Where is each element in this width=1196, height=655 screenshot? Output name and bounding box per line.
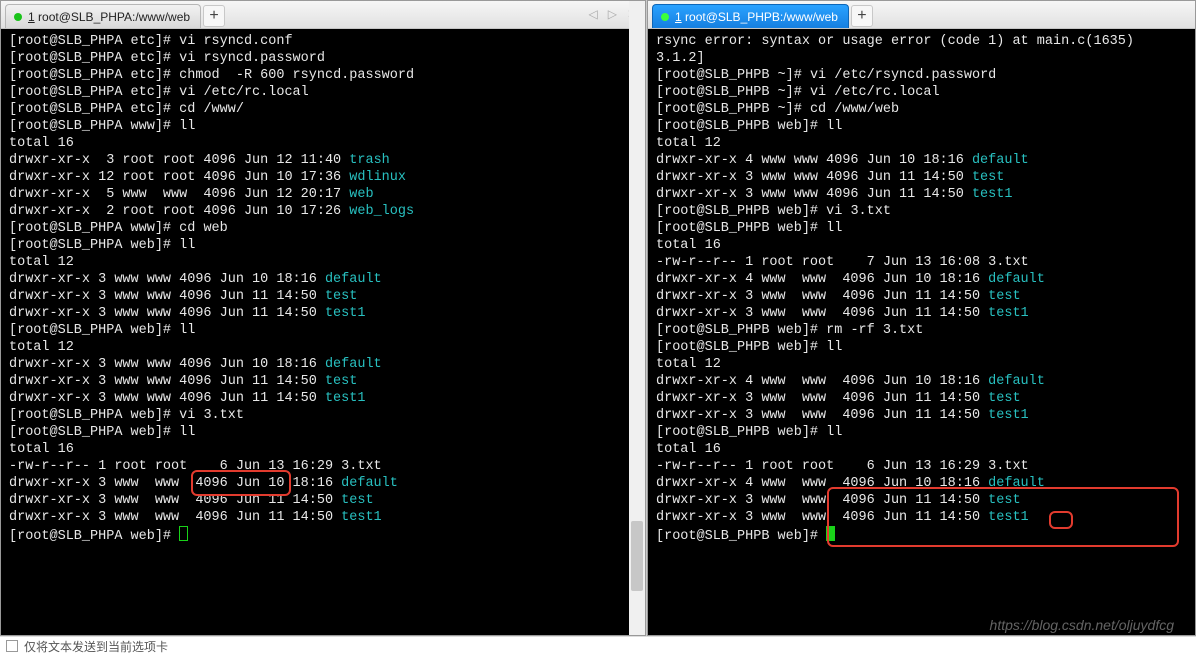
- terminal-line: drwxr-xr-x 3 www www 4096 Jun 10 18:16 d…: [9, 356, 639, 373]
- terminal-line: total 12: [656, 135, 1189, 152]
- terminal-line: drwxr-xr-x 2 root root 4096 Jun 10 17:26…: [9, 203, 639, 220]
- status-text: 仅将文本发送到当前选项卡: [24, 638, 168, 655]
- chevron-right-icon[interactable]: ▷: [608, 7, 617, 21]
- terminal-line: [root@SLB_PHPB ~]# vi /etc/rsyncd.passwo…: [656, 67, 1189, 84]
- terminal-line: [root@SLB_PHPB web]# ll: [656, 118, 1189, 135]
- terminal-line: drwxr-xr-x 3 root root 4096 Jun 12 11:40…: [9, 152, 639, 169]
- terminal-pane-b: 1 root@SLB_PHPB:/www/web + rsync error: …: [647, 0, 1196, 636]
- terminal-line: [root@SLB_PHPB web]# rm -rf 3.txt: [656, 322, 1189, 339]
- terminal-line: [root@SLB_PHPB ~]# vi /etc/rc.local: [656, 84, 1189, 101]
- terminal-line: total 12: [656, 356, 1189, 373]
- terminal-line: [root@SLB_PHPB web]# ll: [656, 220, 1189, 237]
- terminal-line: drwxr-xr-x 3 www www 4096 Jun 11 14:50 t…: [656, 186, 1189, 203]
- terminal-line: drwxr-xr-x 3 www www 4096 Jun 11 14:50 t…: [9, 390, 639, 407]
- terminal-line: [root@SLB_PHPA etc]# vi rsyncd.conf: [9, 33, 639, 50]
- terminal-line: drwxr-xr-x 3 www www 4096 Jun 11 14:50 t…: [9, 373, 639, 390]
- tabbar-left: 1 root@SLB_PHPA:/www/web + ◁ ▷ ✕: [1, 1, 645, 29]
- terminal-line: [root@SLB_PHPA www]# ll: [9, 118, 639, 135]
- terminal-line: 3.1.2]: [656, 50, 1189, 67]
- terminal-line: total 12: [9, 339, 639, 356]
- terminal-line: [root@SLB_PHPB web]# ll: [656, 424, 1189, 441]
- terminal-pane-a: 1 root@SLB_PHPA:/www/web + ◁ ▷ ✕ [root@S…: [0, 0, 646, 636]
- terminal-line: [root@SLB_PHPA etc]# chmod -R 600 rsyncd…: [9, 67, 639, 84]
- terminal-line: drwxr-xr-x 3 www www 4096 Jun 11 14:50 t…: [656, 492, 1189, 509]
- terminal-line: total 16: [9, 135, 639, 152]
- terminal-line: drwxr-xr-x 3 www www 4096 Jun 11 14:50 t…: [9, 509, 639, 526]
- tab-title: 1 root@SLB_PHPA:/www/web: [28, 10, 190, 24]
- statusbar: 仅将文本发送到当前选项卡: [0, 636, 1196, 655]
- terminal-line: [root@SLB_PHPB web]#: [656, 526, 1189, 545]
- terminal-line: total 12: [9, 254, 639, 271]
- terminal-line: [root@SLB_PHPA etc]# cd /www/: [9, 101, 639, 118]
- terminal-line: [root@SLB_PHPA etc]# vi rsyncd.password: [9, 50, 639, 67]
- terminal-line: drwxr-xr-x 3 www www 4096 Jun 11 14:50 t…: [656, 390, 1189, 407]
- tabbar-right: 1 root@SLB_PHPB:/www/web +: [648, 1, 1195, 29]
- chevron-left-icon[interactable]: ◁: [588, 7, 597, 21]
- tab-title: 1 root@SLB_PHPB:/www/web: [675, 10, 838, 24]
- terminal-line: drwxr-xr-x 3 www www 4096 Jun 11 14:50 t…: [656, 305, 1189, 322]
- scrollbar-left[interactable]: [629, 1, 645, 635]
- status-dot-icon: [661, 13, 669, 21]
- terminal-line: [root@SLB_PHPB ~]# cd /www/web: [656, 101, 1189, 118]
- terminal-line: [root@SLB_PHPA web]# vi 3.txt: [9, 407, 639, 424]
- terminal-line: drwxr-xr-x 3 www www 4096 Jun 10 18:16 d…: [9, 475, 639, 492]
- scrollbar-thumb[interactable]: [631, 521, 643, 591]
- terminal-line: total 16: [656, 441, 1189, 458]
- checkbox-icon[interactable]: [6, 640, 18, 652]
- tab-phpb[interactable]: 1 root@SLB_PHPB:/www/web: [652, 4, 849, 28]
- terminal-line: drwxr-xr-x 3 www www 4096 Jun 10 18:16 d…: [9, 271, 639, 288]
- terminal-line: drwxr-xr-x 4 www www 4096 Jun 10 18:16 d…: [656, 152, 1189, 169]
- terminal-line: [root@SLB_PHPA web]# ll: [9, 424, 639, 441]
- terminal-line: [root@SLB_PHPB web]# vi 3.txt: [656, 203, 1189, 220]
- terminal-line: drwxr-xr-x 5 www www 4096 Jun 12 20:17 w…: [9, 186, 639, 203]
- terminal-line: [root@SLB_PHPA web]#: [9, 526, 639, 545]
- terminal-line: drwxr-xr-x 3 www www 4096 Jun 11 14:50 t…: [656, 407, 1189, 424]
- watermark: https://blog.csdn.net/oljuydfcg: [990, 617, 1174, 633]
- terminal-line: drwxr-xr-x 3 www www 4096 Jun 11 14:50 t…: [9, 288, 639, 305]
- terminal-line: total 16: [9, 441, 639, 458]
- terminal-line: rsync error: syntax or usage error (code…: [656, 33, 1189, 50]
- terminal-line: [root@SLB_PHPA web]# ll: [9, 237, 639, 254]
- terminal-line: drwxr-xr-x 4 www www 4096 Jun 10 18:16 d…: [656, 271, 1189, 288]
- terminal-line: drwxr-xr-x 4 www www 4096 Jun 10 18:16 d…: [656, 475, 1189, 492]
- terminal-line: drwxr-xr-x 3 www www 4096 Jun 11 14:50 t…: [656, 509, 1189, 526]
- terminal-line: drwxr-xr-x 12 root root 4096 Jun 10 17:3…: [9, 169, 639, 186]
- terminal-output-b[interactable]: rsync error: syntax or usage error (code…: [648, 29, 1195, 635]
- terminal-line: drwxr-xr-x 3 www www 4096 Jun 11 14:50 t…: [656, 288, 1189, 305]
- new-tab-button-right[interactable]: +: [851, 5, 873, 27]
- terminal-line: total 16: [656, 237, 1189, 254]
- terminal-line: [root@SLB_PHPA www]# cd web: [9, 220, 639, 237]
- terminal-line: -rw-r--r-- 1 root root 6 Jun 13 16:29 3.…: [9, 458, 639, 475]
- terminal-line: [root@SLB_PHPA web]# ll: [9, 322, 639, 339]
- terminal-line: -rw-r--r-- 1 root root 7 Jun 13 16:08 3.…: [656, 254, 1189, 271]
- terminal-line: -rw-r--r-- 1 root root 6 Jun 13 16:29 3.…: [656, 458, 1189, 475]
- terminal-line: drwxr-xr-x 4 www www 4096 Jun 10 18:16 d…: [656, 373, 1189, 390]
- new-tab-button-left[interactable]: +: [203, 5, 225, 27]
- terminal-line: drwxr-xr-x 3 www www 4096 Jun 11 14:50 t…: [656, 169, 1189, 186]
- terminal-line: drwxr-xr-x 3 www www 4096 Jun 11 14:50 t…: [9, 305, 639, 322]
- terminal-line: [root@SLB_PHPA etc]# vi /etc/rc.local: [9, 84, 639, 101]
- terminal-line: [root@SLB_PHPB web]# ll: [656, 339, 1189, 356]
- status-dot-icon: [14, 13, 22, 21]
- tab-phpa[interactable]: 1 root@SLB_PHPA:/www/web: [5, 4, 201, 28]
- terminal-output-a[interactable]: [root@SLB_PHPA etc]# vi rsyncd.conf[root…: [1, 29, 645, 635]
- terminal-line: drwxr-xr-x 3 www www 4096 Jun 11 14:50 t…: [9, 492, 639, 509]
